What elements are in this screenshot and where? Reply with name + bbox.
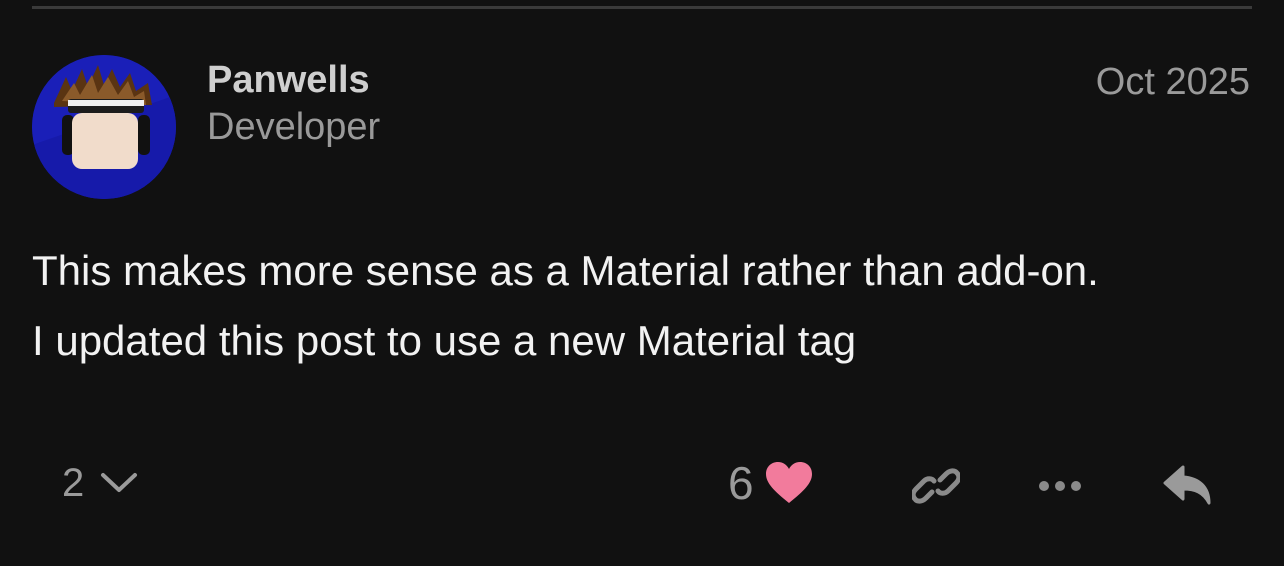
replies-toggle-button[interactable]: 2 <box>62 458 138 508</box>
post-body: This makes more sense as a Material rath… <box>32 236 1262 376</box>
like-button[interactable]: 6 <box>728 455 814 511</box>
chevron-down-icon <box>101 473 138 492</box>
more-options-button[interactable] <box>1030 458 1090 514</box>
reply-count: 2 <box>62 460 85 505</box>
forum-post: Panwells Developer Oct 2025 This makes m… <box>0 0 1284 566</box>
heart-icon <box>765 462 812 503</box>
post-body-line: This makes more sense as a Material rath… <box>32 247 1099 294</box>
author-username[interactable]: Panwells <box>207 58 370 102</box>
more-icon <box>1039 481 1081 491</box>
like-count: 6 <box>728 457 754 509</box>
post-date[interactable]: Oct 2025 <box>1096 60 1250 104</box>
avatar[interactable] <box>32 55 176 199</box>
reply-icon <box>1163 465 1211 505</box>
reply-button[interactable] <box>1158 458 1218 514</box>
post-body-line: I updated this post to use a new Materia… <box>32 317 857 364</box>
copy-link-button[interactable] <box>906 458 966 514</box>
avatar-image <box>32 55 176 199</box>
link-icon <box>912 468 960 504</box>
author-title: Developer <box>207 106 381 148</box>
divider <box>32 6 1252 9</box>
